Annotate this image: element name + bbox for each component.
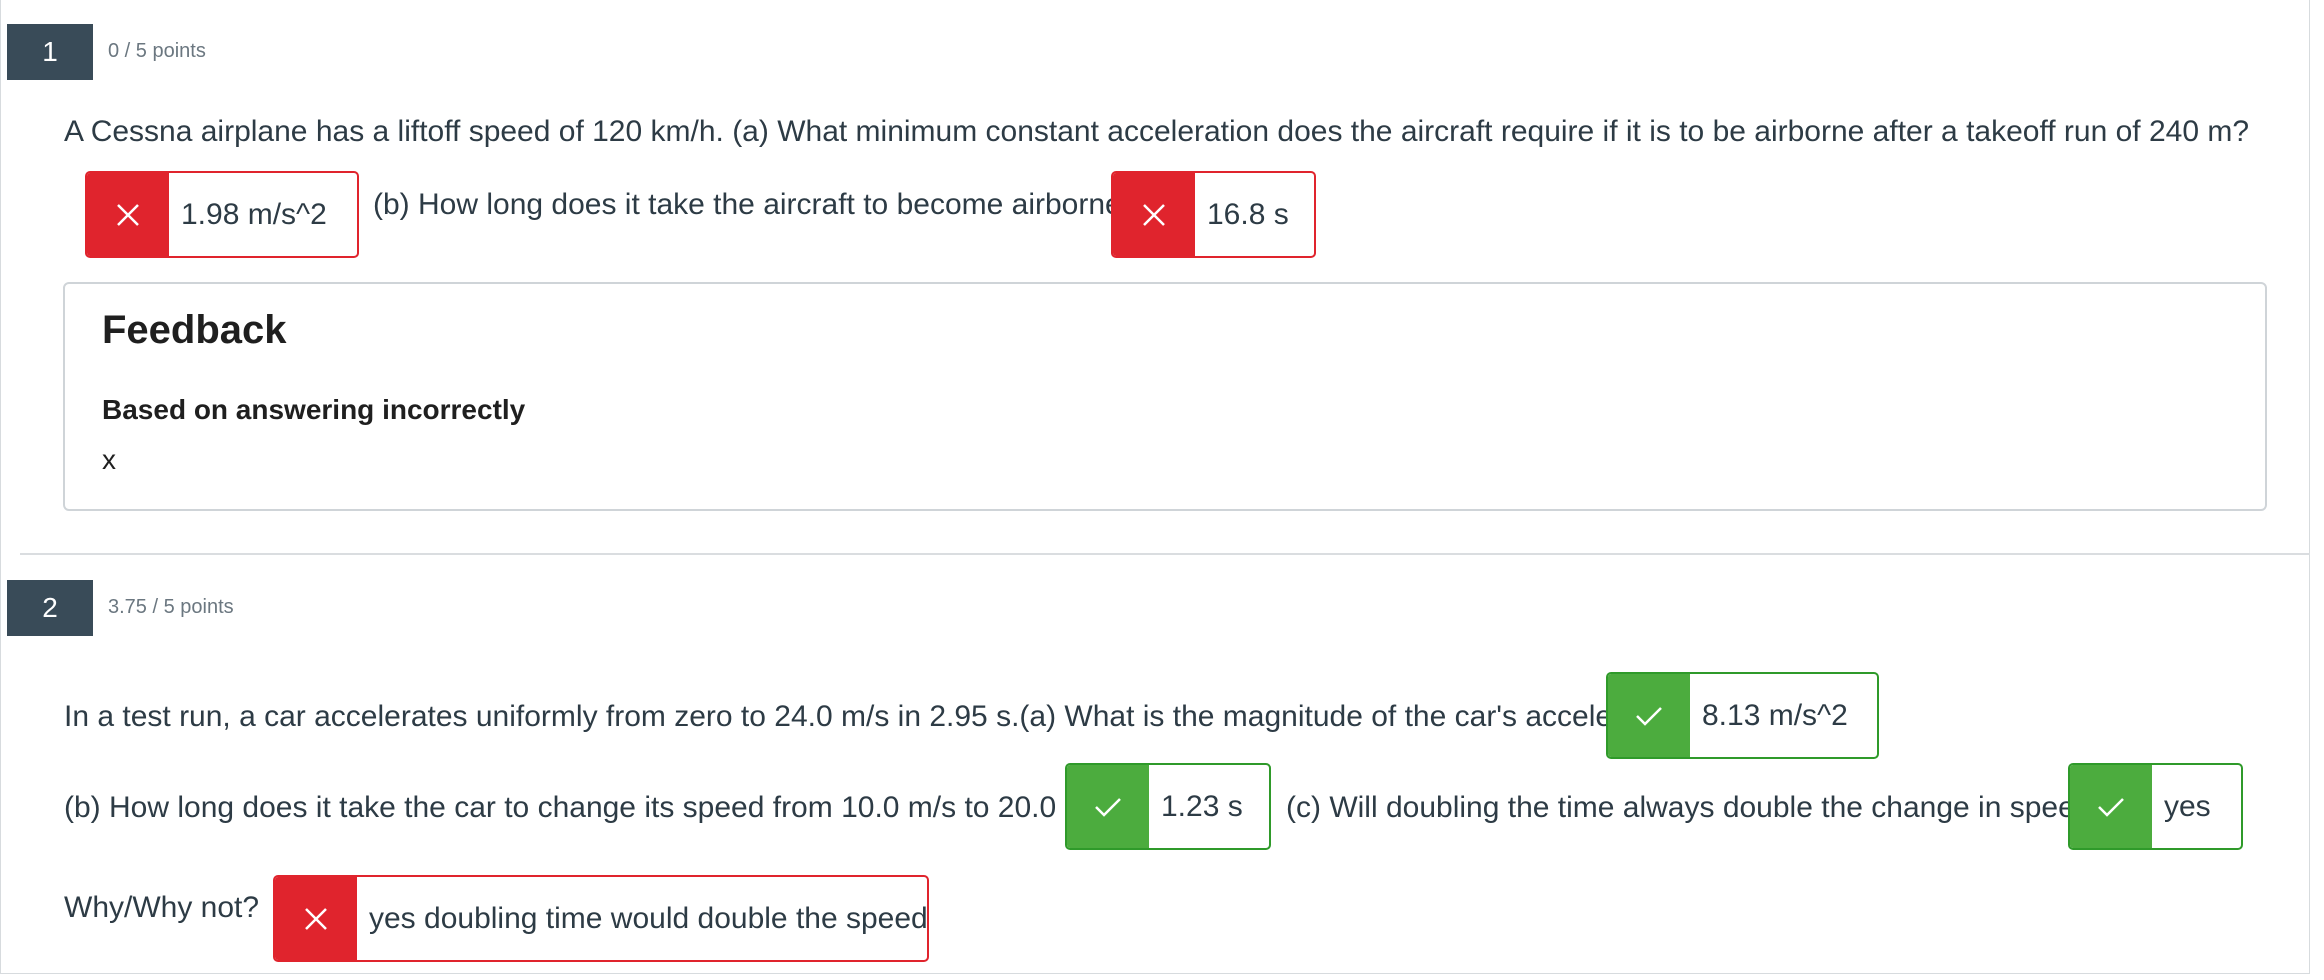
- feedback-title: Feedback: [102, 308, 287, 352]
- answer-value: yes doubling time would double the speed: [369, 901, 928, 935]
- question-text: (c) Will doubling the time always double…: [1286, 791, 2109, 824]
- question-points: 3.75 / 5 points: [108, 596, 234, 618]
- question-text: (b) How long does it take the car to cha…: [64, 791, 1130, 824]
- answer-field-correct[interactable]: 1.23 s: [1065, 763, 1271, 850]
- check-icon: [1608, 674, 1690, 757]
- question-text: Why/Why not?: [64, 891, 260, 924]
- answer-value: 1.98 m/s^2: [181, 197, 327, 231]
- question-number-badge: 2: [7, 580, 93, 636]
- feedback-subtitle: Based on answering incorrectly: [102, 394, 526, 425]
- quiz-results-panel: 1 0 / 5 points A Cessna airplane has a l…: [0, 0, 2310, 974]
- feedback-body: x: [102, 444, 116, 475]
- answer-field-correct[interactable]: yes: [2068, 763, 2243, 850]
- question-points: 0 / 5 points: [108, 40, 206, 62]
- question-text: (b) How long does it take the aircraft t…: [373, 188, 1139, 221]
- answer-field-incorrect[interactable]: 16.8 s: [1111, 171, 1316, 258]
- question-divider: [20, 553, 2310, 555]
- answer-value: 1.23 s: [1161, 789, 1243, 823]
- x-icon: [275, 877, 357, 960]
- x-icon: [1113, 173, 1195, 256]
- answer-field-incorrect[interactable]: 1.98 m/s^2: [85, 171, 359, 258]
- answer-value: 8.13 m/s^2: [1702, 698, 1848, 732]
- x-icon: [87, 173, 169, 256]
- feedback-panel: Feedback Based on answering incorrectly …: [63, 282, 2267, 511]
- check-icon: [1067, 765, 1149, 848]
- answer-field-correct[interactable]: 8.13 m/s^2: [1606, 672, 1879, 759]
- question-number-badge: 1: [7, 24, 93, 80]
- question-text: In a test run, a car accelerates uniform…: [64, 700, 1704, 733]
- check-icon: [2070, 765, 2152, 848]
- answer-value: 16.8 s: [1207, 197, 1289, 231]
- answer-field-incorrect[interactable]: yes doubling time would double the speed: [273, 875, 929, 962]
- answer-value: yes: [2164, 789, 2211, 823]
- question-text: A Cessna airplane has a liftoff speed of…: [64, 115, 2250, 148]
